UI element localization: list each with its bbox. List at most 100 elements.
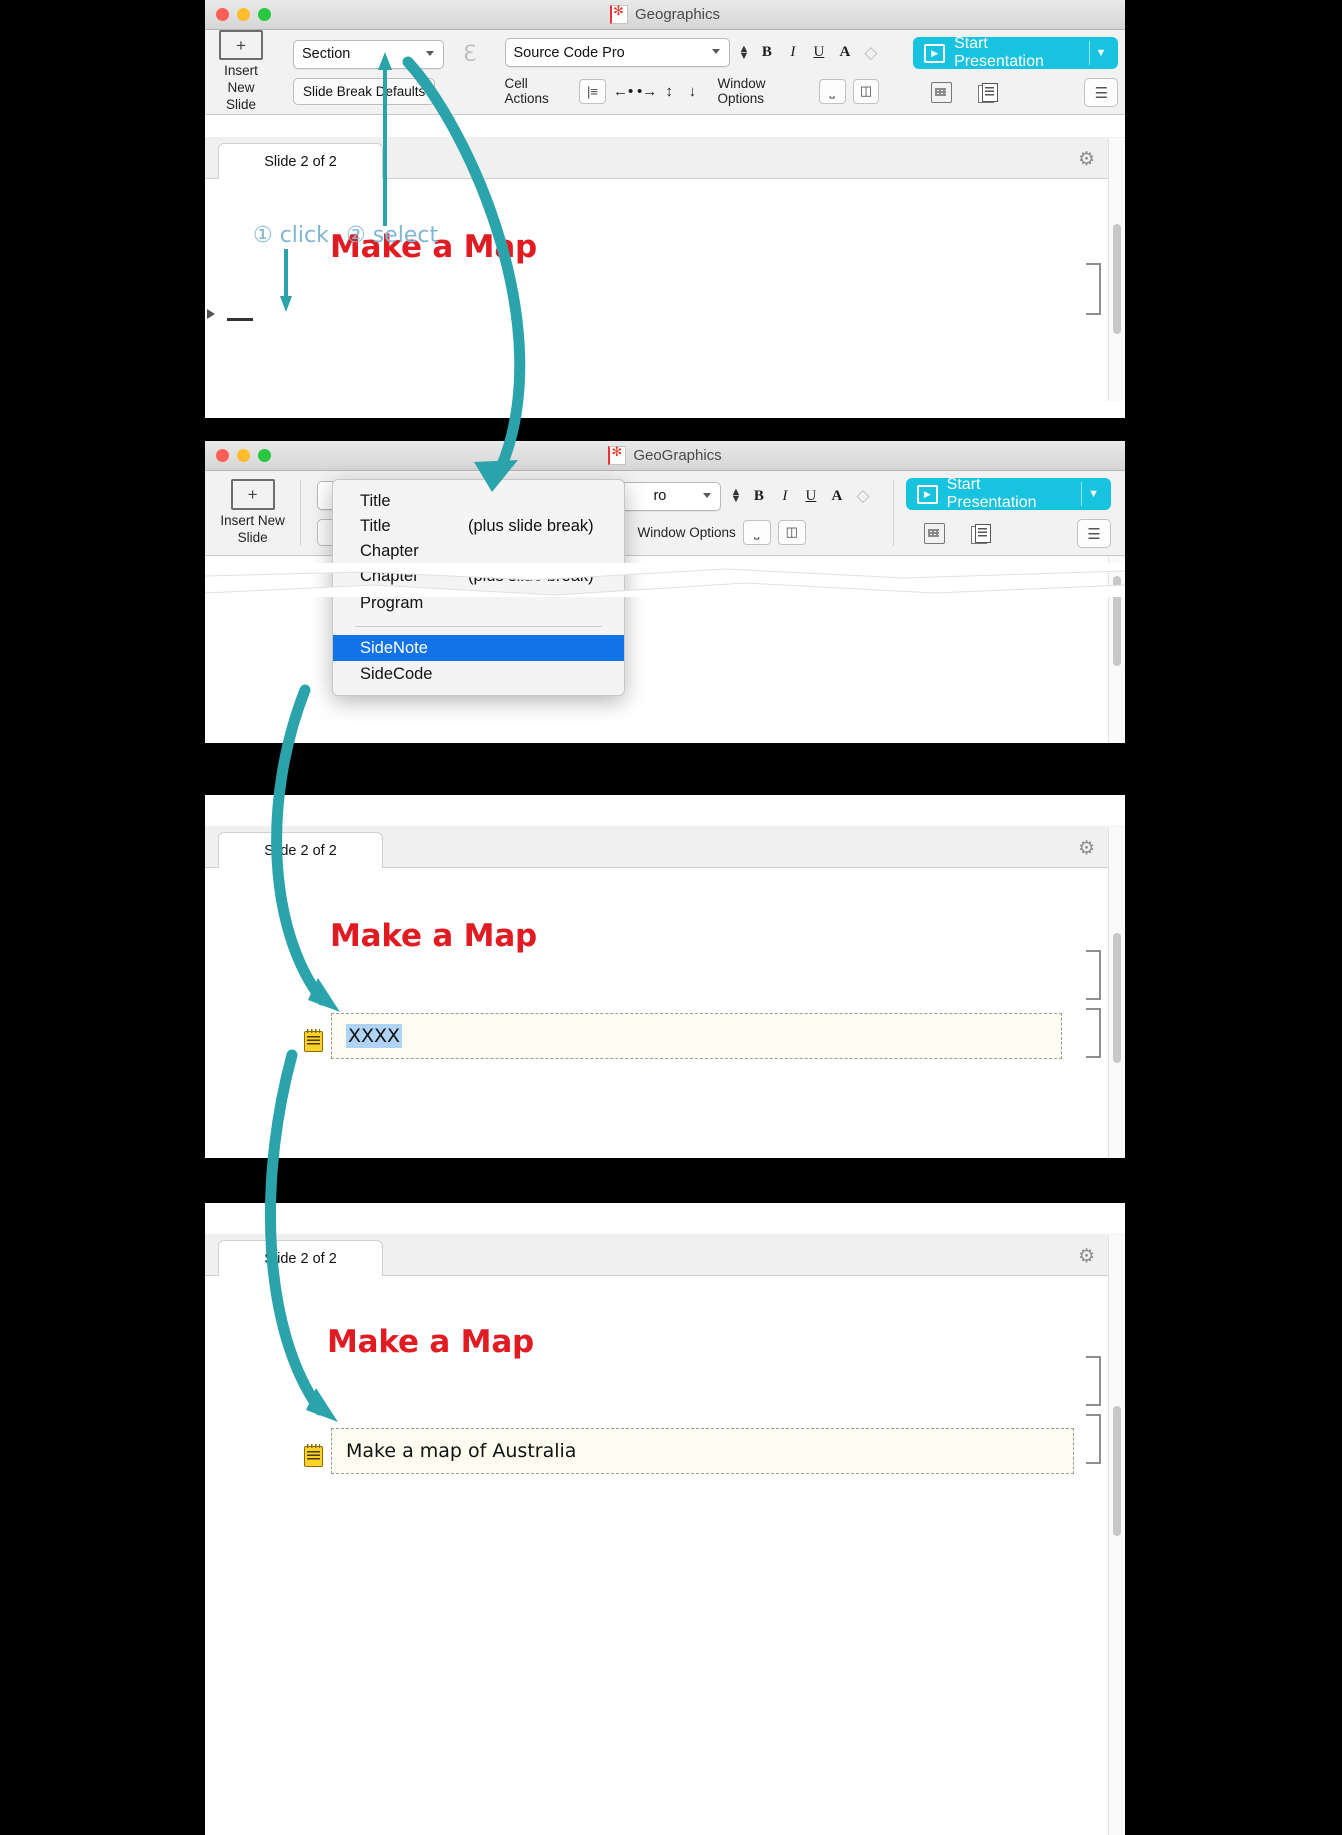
italic-button[interactable]: I (784, 44, 801, 61)
editor-1: Slide 2 of 2 ⚙ Make a Map (205, 137, 1125, 418)
start-presentation-label: Start Presentation (946, 476, 1037, 511)
underline-button[interactable]: U (810, 44, 827, 61)
menu-item-chapter-plus-break[interactable]: Chapter (plus slide break) (333, 564, 624, 589)
menu-item-sidecode[interactable]: SideCode (333, 661, 624, 687)
signature-icon[interactable]: ℇ (463, 43, 477, 65)
play-icon: ▶ (924, 43, 946, 63)
gear-icon[interactable]: ⚙ (1078, 837, 1095, 860)
tab-slide-2-of-2[interactable]: Slide 2 of 2 (218, 1240, 383, 1276)
window-title-1: Geographics (205, 3, 1125, 24)
slide-title-4[interactable]: Make a Map (327, 1324, 534, 1360)
annotation-step-2: ② select (346, 223, 439, 248)
toolbar-1: + Insert New Slide Section ℇ Slide Break… (205, 30, 1125, 115)
window-geographics-1: Geographics + Insert New Slide Section ℇ… (205, 0, 1125, 418)
eraser-icon[interactable]: ◇ (862, 43, 879, 63)
menu-icon[interactable]: ☰ (1084, 78, 1119, 107)
fullscreen-icon[interactable]: ⎵ (818, 78, 846, 104)
sidenote-cell-3[interactable]: XXXX (331, 1013, 1062, 1059)
split-view-icon[interactable]: ◫ (777, 519, 806, 545)
menu-item-label: Title (360, 492, 391, 510)
font-popup-value: Source Code Pro (513, 44, 625, 61)
vertical-scrollbar-thumb[interactable] (1113, 224, 1121, 334)
window-titlebar-2[interactable]: GeoGraphics (205, 441, 1125, 471)
font-color-button[interactable]: A (828, 488, 845, 505)
insert-new-slide-button[interactable]: + Insert New Slide (205, 30, 277, 114)
eraser-icon[interactable]: ◇ (854, 486, 871, 506)
app-icon (609, 3, 628, 24)
style-popup-value: Section (302, 46, 351, 62)
slide-canvas-1[interactable]: Make a Map (205, 138, 1125, 401)
menu-divider (355, 626, 602, 627)
menu-item-alt: (plus slide break) (468, 567, 594, 585)
style-dropdown-menu[interactable]: Title Title (plus slide break) Chapter C… (332, 479, 625, 696)
insert-label-line2: Slide (225, 97, 257, 113)
font-size-stepper[interactable]: ▲ ▼ (739, 43, 750, 61)
indent-left-icon[interactable]: ←• (613, 83, 633, 100)
window-titlebar-1[interactable]: Geographics (205, 0, 1125, 30)
chevron-down-icon[interactable]: ▼ (1096, 47, 1115, 59)
cell-bracket (1086, 1008, 1101, 1058)
vertical-scrollbar-thumb[interactable] (1113, 576, 1121, 666)
slide-canvas-3[interactable]: Make a Map XXXX (205, 827, 1125, 1158)
tab-label: Slide 2 of 2 (264, 842, 337, 859)
menu-item-sidenote[interactable]: SideNote (333, 635, 624, 661)
slide-title-3[interactable]: Make a Map (330, 918, 537, 954)
style-popup[interactable]: Section (293, 39, 444, 69)
chevron-down-icon[interactable]: ▼ (1088, 488, 1107, 500)
notes-icon[interactable] (971, 523, 992, 544)
collapse-triangle-icon[interactable] (207, 309, 215, 319)
fullscreen-icon[interactable]: ⎵ (742, 519, 771, 545)
tab-label: Slide 2 of 2 (264, 153, 337, 170)
tabstrip-3: Slide 2 of 2 ⚙ (205, 826, 1125, 868)
cell-text-selected[interactable]: XXXX (346, 1024, 403, 1048)
underline-button[interactable]: U (802, 488, 819, 505)
menu-item-label: Title (360, 517, 391, 535)
bold-button[interactable]: B (758, 44, 775, 61)
menu-item-title[interactable]: Title (333, 489, 624, 514)
menu-item-title-plus-break[interactable]: Title (plus slide break) (333, 514, 624, 539)
menu-item-alt: (plus slide break) (468, 517, 594, 535)
font-color-button[interactable]: A (836, 44, 853, 61)
gear-icon[interactable]: ⚙ (1078, 1245, 1095, 1268)
editor-4: Slide 2 of 2 ⚙ Make a Map Make a map of … (205, 1203, 1125, 1835)
chevron-down-icon (711, 49, 720, 54)
gear-icon[interactable]: ⚙ (1078, 148, 1095, 171)
slide-break-defaults-button[interactable]: Slide Break Defaults (293, 77, 436, 105)
window-title-text: Geographics (634, 6, 721, 23)
font-size-stepper[interactable]: ▲ ▼ (730, 487, 741, 505)
split-view-icon[interactable]: ◫ (852, 78, 880, 104)
notepad-icon (304, 1029, 323, 1052)
cell-bracket (1086, 1414, 1101, 1464)
cell-text[interactable]: Make a map of Australia (346, 1440, 576, 1462)
plus-icon: + (230, 479, 275, 511)
window-title-text: GeoGraphics (633, 447, 722, 464)
italic-button[interactable]: I (776, 488, 793, 505)
style-group: Section ℇ Slide Break Defaults (277, 30, 491, 114)
start-presentation-label: Start Presentation (954, 35, 1044, 70)
align-icon[interactable]: |≡ (579, 78, 606, 104)
bold-button[interactable]: B (750, 488, 767, 505)
sidenote-cell-4[interactable]: Make a map of Australia (331, 1428, 1074, 1474)
menu-item-chapter[interactable]: Chapter (333, 539, 624, 564)
indent-right-icon[interactable]: •→ (637, 83, 657, 100)
start-presentation-button[interactable]: ▶ Start Presentation ▼ (906, 476, 1112, 511)
vertical-scrollbar-thumb[interactable] (1113, 933, 1121, 1063)
font-popup[interactable]: Source Code Pro (504, 38, 730, 67)
move-down-icon[interactable]: ↓ (684, 83, 700, 100)
menu-item-program[interactable]: Program (333, 591, 624, 616)
menu-icon[interactable]: ☰ (1077, 519, 1112, 548)
tab-slide-2-of-2[interactable]: Slide 2 of 2 (218, 832, 383, 868)
start-presentation-button[interactable]: ▶ Start Presentation ▼ (913, 35, 1119, 70)
window-title-2: GeoGraphics (205, 444, 1125, 465)
window-options-label: Window Options (717, 76, 766, 106)
play-icon: ▶ (917, 484, 938, 504)
slide-canvas-4[interactable]: Make a Map Make a map of Australia (205, 1235, 1125, 1835)
notes-icon[interactable] (978, 82, 999, 103)
grid-icon[interactable] (924, 523, 946, 544)
vertical-scrollbar-thumb[interactable] (1113, 1406, 1121, 1536)
tab-slide-2-of-2[interactable]: Slide 2 of 2 (218, 143, 383, 179)
insert-new-slide-button[interactable]: + Insert New Slide (205, 471, 300, 555)
move-up-icon[interactable]: ↕ (661, 83, 677, 100)
grid-icon[interactable] (931, 82, 953, 103)
notepad-icon (304, 1444, 323, 1467)
